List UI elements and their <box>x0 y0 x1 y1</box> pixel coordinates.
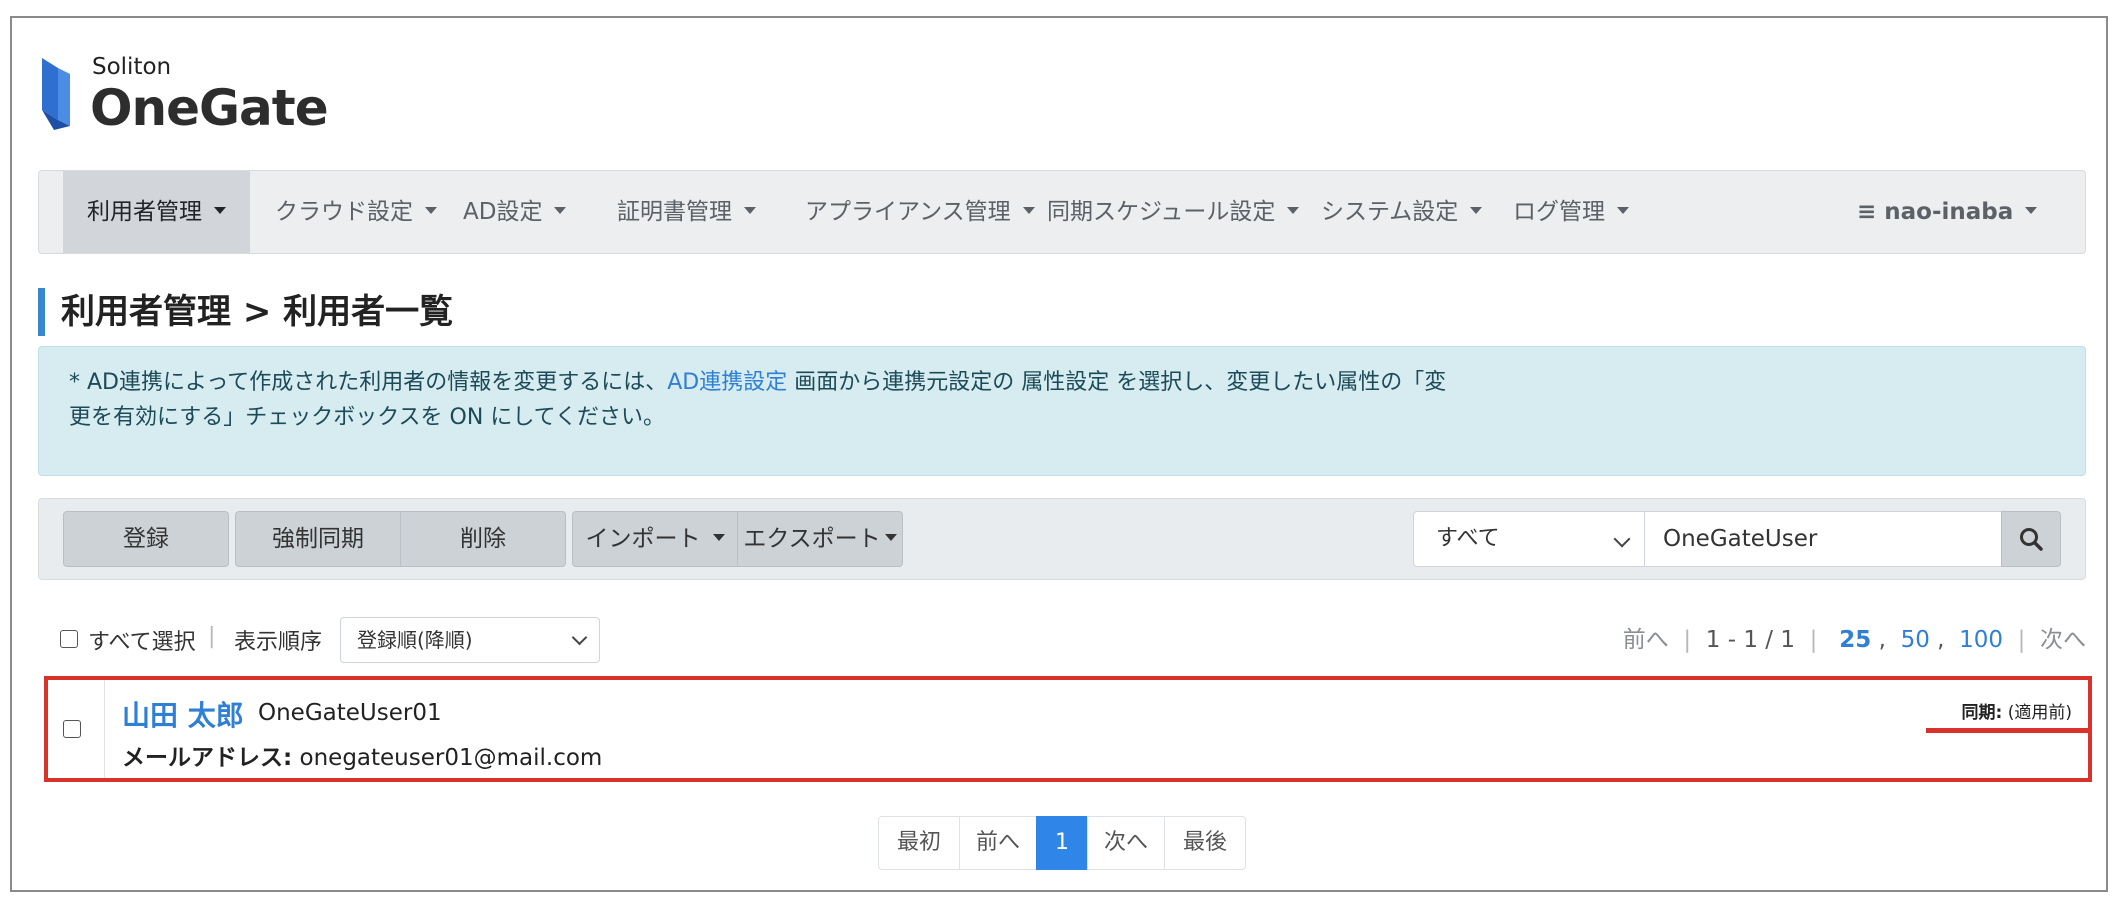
nav-user-management[interactable]: 利用者管理 <box>63 171 250 253</box>
logo-main-text: OneGate <box>90 79 329 137</box>
page-first-button[interactable]: 最初 <box>878 816 960 870</box>
nav-label: 利用者管理 <box>87 199 202 225</box>
chevron-down-icon <box>571 629 588 646</box>
chevron-down-icon <box>1613 530 1631 548</box>
nav-label: システム設定 <box>1321 199 1459 225</box>
email-label: メールアドレス: <box>122 745 293 771</box>
nav-cloud-settings[interactable]: クラウド設定 <box>275 171 437 253</box>
sync-value: (適用前) <box>2007 703 2072 723</box>
delete-button[interactable]: 削除 <box>400 511 566 567</box>
nav-label: アプライアンス管理 <box>805 199 1011 225</box>
alert-line-2: 更を有効にする」チェックボックスを ON にしてください。 <box>69 405 666 430</box>
onegate-logo-icon <box>42 58 70 130</box>
user-menu-label: ≡ nao-inaba <box>1857 199 2014 225</box>
export-dropdown-button[interactable]: エクスポート <box>737 511 903 567</box>
pager-next-link[interactable]: 次へ <box>2040 627 2086 653</box>
nav-label: クラウド設定 <box>275 199 413 225</box>
export-label: エクスポート <box>743 526 881 552</box>
caret-down-icon <box>1617 207 1629 214</box>
separator: | <box>208 624 216 649</box>
caret-down-icon <box>554 207 567 214</box>
caret-down-icon <box>214 207 226 214</box>
caret-down-icon <box>884 534 897 541</box>
comma: , <box>1871 627 1901 653</box>
user-login-id: OneGateUser01 <box>258 700 442 726</box>
page-size-option[interactable]: 100 <box>1959 627 2003 653</box>
user-menu[interactable]: ≡ nao-inaba <box>1857 171 2038 253</box>
search-button[interactable] <box>2001 511 2061 567</box>
caret-down-icon <box>1470 207 1483 214</box>
force-sync-button[interactable]: 強制同期 <box>235 511 401 567</box>
caret-down-icon <box>1287 207 1300 214</box>
nav-sync-schedule-settings[interactable]: 同期スケジュール設定 <box>1047 171 1300 253</box>
register-button[interactable]: 登録 <box>63 511 229 567</box>
nav-label: ログ管理 <box>1513 199 1605 225</box>
caret-down-icon <box>2025 207 2038 214</box>
caret-down-icon <box>712 534 725 541</box>
nav-label: 同期スケジュール設定 <box>1047 199 1276 225</box>
sort-order-value: 登録順(降順) <box>357 628 473 652</box>
nav-log-management[interactable]: ログ管理 <box>1513 171 1629 253</box>
caret-down-icon <box>1022 207 1035 214</box>
separator: | <box>1802 627 1832 653</box>
user-name-link[interactable]: 山田 太郎 <box>122 694 244 734</box>
nav-certificate-management[interactable]: 証明書管理 <box>617 171 756 253</box>
info-alert: * AD連携によって作成された利用者の情報を変更するには、AD連携設定 画面から… <box>38 346 2086 476</box>
separator: | <box>1676 627 1699 653</box>
pager-prev-link[interactable]: 前へ <box>1623 627 1669 653</box>
nav-label: 証明書管理 <box>617 199 732 225</box>
ad-link-settings-link[interactable]: AD連携設定 <box>667 370 787 395</box>
caret-down-icon <box>744 207 756 214</box>
import-dropdown-button[interactable]: インポート <box>572 511 738 567</box>
nav-appliance-management[interactable]: アプライアンス管理 <box>805 171 1035 253</box>
separator: | <box>2010 627 2033 653</box>
select-all-label: すべて選択 <box>88 630 196 655</box>
logo-top-text: Soliton <box>92 54 172 80</box>
page-last-button[interactable]: 最後 <box>1164 816 1246 870</box>
page-title: 利用者管理 > 利用者一覧 <box>38 288 453 336</box>
nav-system-settings[interactable]: システム設定 <box>1321 171 1483 253</box>
page-size-option[interactable]: 50 <box>1901 627 1930 653</box>
page-prev-button[interactable]: 前へ <box>959 816 1037 870</box>
page-next-button[interactable]: 次へ <box>1087 816 1165 870</box>
search-icon <box>2020 528 2043 551</box>
email-value: onegateuser01@mail.com <box>299 745 603 771</box>
page-current-button[interactable]: 1 <box>1036 816 1088 870</box>
nav-ad-settings[interactable]: AD設定 <box>463 171 567 253</box>
top-pager: 前へ | 1 - 1 / 1 | 25 , 50 , 100 | 次へ <box>1623 622 2086 658</box>
main-navbar: 利用者管理 クラウド設定 AD設定 証明書管理 アプライアンス管理 同期スケジュ… <box>38 170 2086 254</box>
action-toolbar: 登録 強制同期 削除 インポート エクスポート すべて OneGateUser <box>38 498 2086 580</box>
import-label: インポート <box>585 526 701 552</box>
select-all-checkbox[interactable] <box>60 630 78 648</box>
user-email: メールアドレス: onegateuser01@mail.com <box>122 738 602 772</box>
filter-value: すべて <box>1436 526 1500 551</box>
alert-text: 画面から連携元設定の 属性設定 を選択し、変更したい属性の「変 <box>787 370 1447 395</box>
sync-label: 同期: <box>1961 703 2003 723</box>
user-row[interactable]: 山田 太郎 OneGateUser01 メールアドレス: onegateuser… <box>44 676 2092 782</box>
alert-line-1: * AD連携によって作成された利用者の情報を変更するには、AD連携設定 画面から… <box>69 365 2055 400</box>
nav-label: AD設定 <box>463 199 543 225</box>
search-input[interactable]: OneGateUser <box>1645 511 2003 567</box>
page-size-option[interactable]: 25 <box>1839 627 1871 653</box>
search-filter-select[interactable]: すべて <box>1413 511 1645 567</box>
row-checkbox[interactable] <box>63 720 81 738</box>
sync-status: 同期: (適用前) <box>1962 698 2072 723</box>
result-range: 1 - 1 / 1 <box>1705 627 1795 653</box>
sort-order-label: 表示順序 <box>234 630 323 655</box>
comma: , <box>1929 627 1960 653</box>
sync-highlight-underline <box>1926 728 2092 733</box>
sort-order-select[interactable]: 登録順(降順) <box>340 617 600 663</box>
caret-down-icon <box>425 207 437 214</box>
row-checkbox-cell <box>48 680 105 778</box>
alert-text: * AD連携によって作成された利用者の情報を変更するには、 <box>69 370 668 395</box>
